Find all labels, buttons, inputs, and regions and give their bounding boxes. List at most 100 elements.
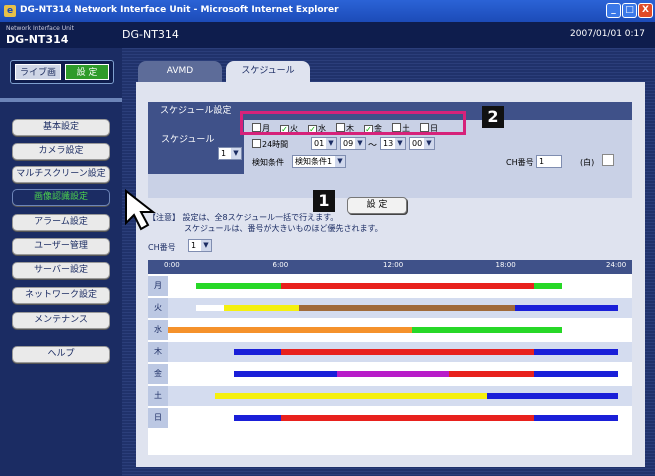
- timeline-day-label: 木: [148, 342, 168, 362]
- window-title: DG-NT314 Network Interface Unit - Micros…: [20, 5, 339, 15]
- schedule-segment-red: [280, 283, 534, 289]
- ch-number-label: CH番号: [506, 158, 534, 167]
- ie-icon: e: [4, 5, 16, 17]
- timeline-row: 土: [148, 386, 632, 406]
- schedule-segment-green: [411, 327, 562, 333]
- note-line-1: 【注意】 設定は、全8スケジュール一括で行えます。: [148, 213, 339, 222]
- schedule-segment-blue: [533, 371, 618, 377]
- timeline-day-label: 火: [148, 298, 168, 318]
- schedule-segment-red: [449, 371, 534, 377]
- sidebar-item-6[interactable]: サーバー設定: [12, 262, 110, 279]
- schedule-segment-yellow: [224, 305, 300, 311]
- schedule-segment-red: [280, 415, 534, 421]
- model-name: DG-NT314: [122, 28, 179, 41]
- minimize-button[interactable]: _: [606, 3, 621, 18]
- end-hour-select[interactable]: 13 ▼: [380, 137, 406, 150]
- start-minute-value: 09: [343, 139, 354, 148]
- schedule-segment-blue: [233, 371, 337, 377]
- schedule-segment-white: [196, 371, 234, 377]
- schedule-segment-yellow: [214, 393, 487, 399]
- schedule-segment-blue: [533, 415, 618, 421]
- color-swatch[interactable]: [602, 154, 614, 166]
- arrow-pointer-icon: [125, 189, 156, 231]
- schedule-segment-green: [196, 283, 281, 289]
- schedule-segment-blue: [486, 393, 618, 399]
- mode-switch: ライブ画 設 定: [10, 60, 114, 84]
- timeline-tick-label: 18:00: [495, 261, 516, 269]
- schedule-segment-blue: [233, 349, 281, 355]
- end-minute-value: 00: [412, 139, 423, 148]
- maximize-button[interactable]: □: [622, 3, 637, 18]
- end-hour-value: 13: [383, 139, 394, 148]
- condition-value: 検知条件1: [295, 157, 333, 166]
- schedule-segment-brown: [299, 305, 515, 311]
- timeline-day-label: 月: [148, 276, 168, 296]
- timeline-ch-label: CH番号: [148, 242, 176, 253]
- annotation-badge-2: 2: [482, 106, 504, 128]
- chevron-down-icon: ▼: [395, 138, 405, 149]
- timeline-tick-label: 0:00: [164, 261, 180, 269]
- sidebar-item-1[interactable]: カメラ設定: [12, 143, 110, 160]
- timeline-row: 木: [148, 342, 632, 362]
- all-day-option[interactable]: 24時間: [252, 139, 288, 150]
- timeline-tick-label: 24:00: [606, 261, 627, 269]
- schedule-segment-red: [280, 349, 534, 355]
- timeline-row: 金: [148, 364, 632, 384]
- sidebar-item-9[interactable]: ヘルプ: [12, 346, 110, 363]
- condition-select[interactable]: 検知条件1 ▼: [292, 155, 346, 168]
- schedule-segment-blue: [233, 415, 281, 421]
- chevron-down-icon: ▼: [355, 138, 365, 149]
- timeline-row: 火: [148, 298, 632, 318]
- timeline-day-label: 日: [148, 408, 168, 428]
- chevron-down-icon: ▼: [201, 240, 211, 251]
- schedule-number-value: 1: [221, 149, 227, 158]
- tab-schedule[interactable]: スケジュール: [226, 61, 310, 82]
- timeline-ch-value: 1: [191, 241, 197, 250]
- chevron-down-icon: ▼: [326, 138, 336, 149]
- start-hour-value: 01: [314, 139, 325, 148]
- schedule-segment-green: [533, 283, 562, 289]
- schedule-timeline: 0:00 6:00 12:00 18:00 24:00 月火水木金土日: [148, 260, 632, 455]
- timeline-day-label: 金: [148, 364, 168, 384]
- timeline-ch-text: CH番号: [148, 243, 176, 252]
- condition-label: 検知条件: [252, 158, 284, 167]
- ch-number-input[interactable]: 1: [536, 155, 562, 168]
- timeline-tick-label: 6:00: [272, 261, 289, 269]
- sidebar-item-0[interactable]: 基本設定: [12, 119, 110, 136]
- white-label: (白): [580, 158, 595, 167]
- close-button[interactable]: X: [638, 3, 653, 18]
- schedule-number-select[interactable]: 1 ▼: [218, 147, 242, 160]
- timeline-day-label: 水: [148, 320, 168, 340]
- sidebar-item-4[interactable]: アラーム設定: [12, 214, 110, 231]
- start-hour-select[interactable]: 01 ▼: [311, 137, 337, 150]
- sidebar-item-8[interactable]: メンテナンス: [12, 312, 110, 329]
- chevron-down-icon: ▼: [335, 156, 345, 167]
- sidebar-item-3[interactable]: 画像認識設定: [12, 189, 110, 206]
- setup-button[interactable]: 設 定: [65, 64, 109, 80]
- schedule-segment-purple: [336, 371, 450, 377]
- timeline-header: 0:00 6:00 12:00 18:00 24:00: [148, 260, 632, 274]
- sidebar-item-7[interactable]: ネットワーク設定: [12, 287, 110, 304]
- tab-avmd[interactable]: AVMD: [138, 61, 222, 82]
- app-header: Network Interface Unit DG-NT314 DG-NT314…: [0, 22, 655, 48]
- schedule-segment-white: [196, 305, 225, 311]
- live-view-button[interactable]: ライブ画: [15, 64, 61, 80]
- days-highlight-frame: [240, 111, 466, 135]
- timeline-ch-select[interactable]: 1 ▼: [188, 239, 212, 252]
- note-line-2: スケジュールは、番号が大きいものほど優先されます。: [184, 224, 383, 233]
- timeline-tick-label: 12:00: [383, 261, 404, 269]
- all-day-checkbox[interactable]: [252, 139, 261, 148]
- schedule-segment-blue: [533, 349, 618, 355]
- end-minute-select[interactable]: 00 ▼: [409, 137, 435, 150]
- chevron-down-icon: ▼: [231, 148, 241, 159]
- start-minute-select[interactable]: 09 ▼: [340, 137, 366, 150]
- schedule-panel: スケジュール設定 スケジュール 1 ▼ 月 ✓ 火 ✓ 水木 ✓ 金土日 24時間 01 ▼ 0…: [136, 82, 645, 467]
- chevron-down-icon: ▼: [424, 138, 434, 149]
- datetime: 2007/01/01 0:17: [570, 29, 645, 39]
- schedule-segment-orange: [168, 327, 412, 333]
- schedule-segment-blue: [514, 305, 618, 311]
- sidebar-item-5[interactable]: ユーザー管理: [12, 238, 110, 255]
- time-range-tilde: ～: [368, 141, 378, 151]
- timeline-row: 水: [148, 320, 632, 340]
- sidebar-item-2[interactable]: マルチスクリーン設定: [12, 166, 110, 183]
